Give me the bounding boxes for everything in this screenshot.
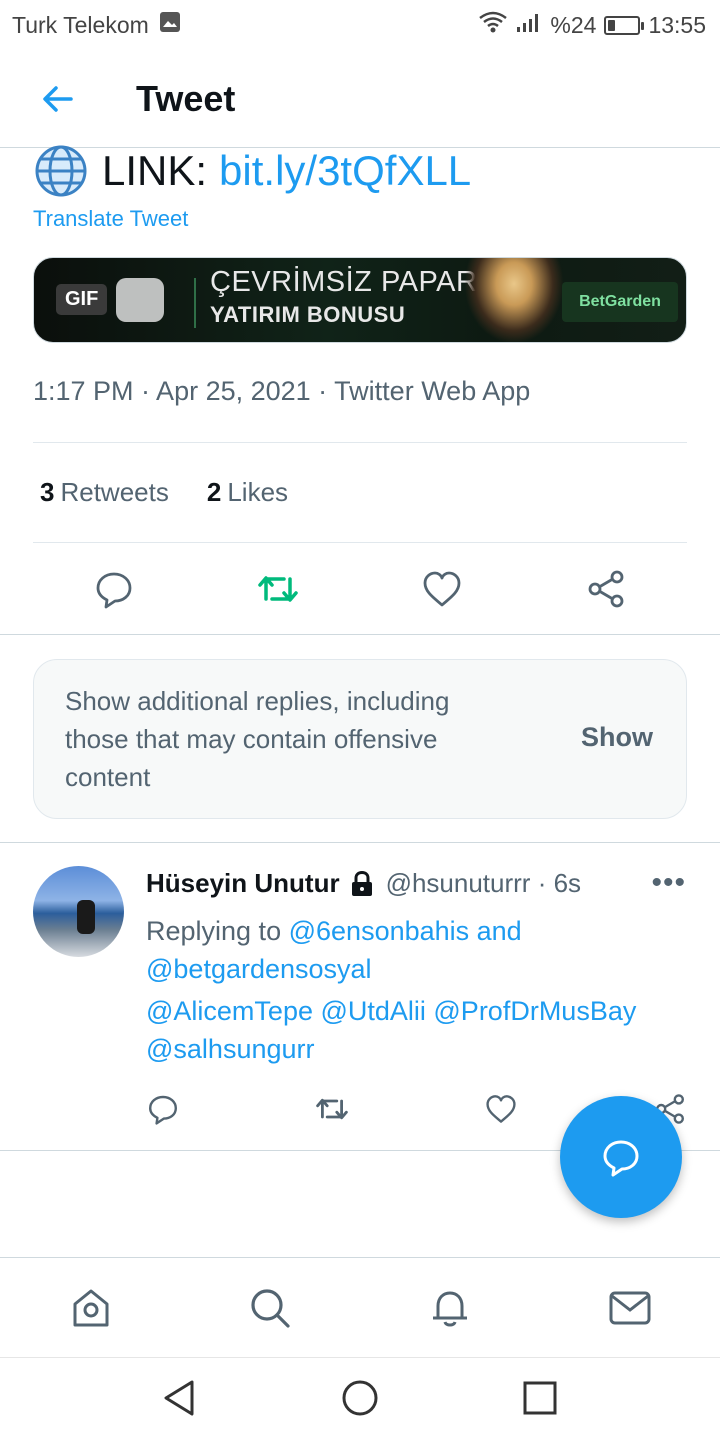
- tweet-link-line: LINK: bit.ly/3tQfXLL: [34, 144, 471, 198]
- tweet-timestamp[interactable]: 1:17 PM · Apr 25, 2021 · Twitter Web App: [33, 376, 530, 407]
- share-icon: [588, 570, 624, 608]
- system-recents-button[interactable]: [518, 1376, 562, 1420]
- retweet-icon: [316, 1098, 348, 1120]
- nav-messages[interactable]: [606, 1284, 654, 1332]
- translate-tweet-link[interactable]: Translate Tweet: [33, 206, 188, 232]
- back-button[interactable]: [26, 67, 90, 131]
- reply-like-button[interactable]: [481, 1089, 521, 1129]
- reply-button[interactable]: [91, 566, 137, 612]
- like-button[interactable]: [419, 566, 465, 612]
- tweet-stats: 3 Retweets 2 Likes: [40, 477, 288, 508]
- reply-text[interactable]: @AlicemTepe @UtdAlii @ProfDrMusBay @salh…: [146, 992, 686, 1068]
- additional-replies-text: Show additional replies, including those…: [65, 686, 450, 792]
- reply-retweet-button[interactable]: [312, 1089, 352, 1129]
- signal-icon: [516, 11, 542, 39]
- show-replies-button[interactable]: Show: [581, 722, 653, 753]
- divider: [0, 842, 720, 843]
- status-right: %24 13:55: [478, 10, 706, 40]
- divider: [33, 442, 687, 443]
- gif-badge: GIF: [56, 284, 108, 315]
- banner-brand-logo: BetGarden: [562, 282, 678, 322]
- system-back-button[interactable]: [158, 1376, 202, 1420]
- link-url[interactable]: bit.ly/3tQfXLL: [219, 147, 471, 195]
- bottom-navigation: [0, 1257, 720, 1357]
- globe-icon: [35, 145, 87, 197]
- top-app-bar: Tweet: [0, 50, 720, 148]
- reply-header: Hüseyin Unutur @hsunuturrr · 6s: [146, 868, 686, 899]
- arrow-left-icon: [43, 85, 73, 112]
- tweet-media-gif[interactable]: GIF ÇEVRİMSİZ PAPARA YATIRIM BONUSU BetG…: [33, 257, 687, 343]
- reply-reply-button[interactable]: [143, 1089, 183, 1129]
- image-icon: [159, 11, 181, 39]
- battery-text: %24: [550, 11, 597, 38]
- retweets-stat[interactable]: 3 Retweets: [40, 477, 169, 508]
- wifi-icon: [478, 10, 508, 40]
- triangle-back-icon: [164, 1380, 194, 1416]
- clock: 13:55: [648, 11, 706, 38]
- reply-icon: [96, 572, 132, 609]
- replying-to-prefix: Replying to: [146, 916, 282, 946]
- avatar-person: [77, 900, 95, 934]
- reply-author-name[interactable]: Hüseyin Unutur: [146, 868, 340, 899]
- link-label: LINK:: [102, 147, 208, 194]
- likes-stat[interactable]: 2 Likes: [207, 477, 288, 508]
- circle-home-icon: [342, 1380, 378, 1416]
- retweet-button[interactable]: [255, 566, 301, 612]
- reply-handle-time: @hsunuturrr · 6s: [385, 868, 582, 898]
- mail-icon: [609, 1291, 651, 1325]
- nav-search[interactable]: [246, 1284, 294, 1332]
- share-button[interactable]: [583, 566, 629, 612]
- battery-icon: [604, 15, 645, 35]
- page-title: Tweet: [136, 77, 236, 119]
- carrier-name: Turk Telekom: [12, 11, 149, 38]
- home-icon: [73, 1289, 109, 1327]
- retweet-icon: [258, 576, 298, 602]
- lock-icon: [351, 870, 372, 896]
- banner-divider: [194, 278, 196, 328]
- reply-icon: [603, 1140, 639, 1177]
- status-bar: Turk Telekom %24 13:55: [0, 0, 720, 50]
- divider: [0, 634, 720, 635]
- more-options-icon[interactable]: •••: [651, 866, 686, 900]
- square-recents-icon: [523, 1381, 557, 1415]
- banner-headline: ÇEVRİMSİZ PAPARA: [210, 266, 498, 298]
- heart-icon: [423, 571, 461, 607]
- heart-icon: [486, 1095, 516, 1123]
- system-home-button[interactable]: [338, 1376, 382, 1420]
- bell-icon: [433, 1291, 467, 1327]
- banner-person-image: [464, 258, 564, 342]
- search-icon: [251, 1289, 290, 1328]
- nav-home[interactable]: [67, 1284, 115, 1332]
- divider: [33, 542, 687, 543]
- nav-notifications[interactable]: [426, 1284, 474, 1332]
- tweet-actions: [0, 566, 720, 612]
- compose-reply-fab[interactable]: [560, 1096, 682, 1218]
- banner-subline: YATIRIM BONUSU: [210, 302, 406, 327]
- banner-logo: [116, 278, 164, 322]
- reply-icon: [149, 1095, 177, 1125]
- avatar[interactable]: [33, 866, 124, 957]
- system-navigation-bar: [0, 1357, 720, 1440]
- status-left: Turk Telekom: [12, 11, 181, 39]
- replying-to: Replying to @6ensonbahis and @betgardens…: [146, 912, 686, 988]
- additional-replies-card: Show additional replies, including those…: [33, 659, 687, 819]
- battery-fill: [608, 19, 616, 31]
